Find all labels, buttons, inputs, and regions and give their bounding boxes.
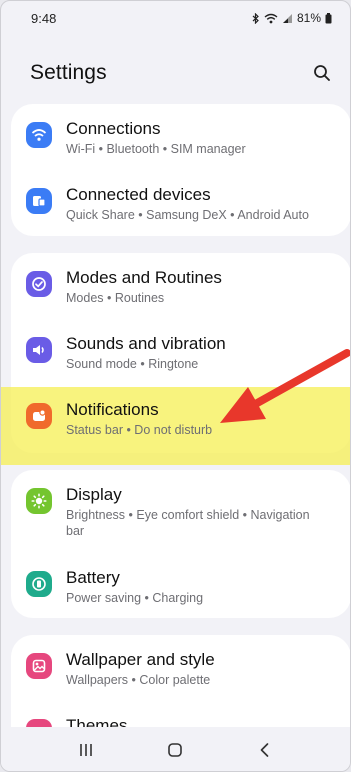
modes-check-icon xyxy=(26,271,52,297)
connected-devices-icon xyxy=(26,188,52,214)
setting-title: Connected devices xyxy=(66,185,211,204)
setting-item-display[interactable]: Display Brightness • Eye comfort shield … xyxy=(11,484,350,539)
setting-title: Sounds and vibration xyxy=(66,334,226,353)
settings-group-display: Display Brightness • Eye comfort shield … xyxy=(11,470,350,618)
setting-subtitle: Wi-Fi • Bluetooth • SIM manager xyxy=(66,142,246,156)
setting-subtitle: Sound mode • Ringtone xyxy=(66,357,199,371)
setting-title: Wallpaper and style xyxy=(66,650,215,669)
search-icon xyxy=(314,65,330,81)
setting-title: Modes and Routines xyxy=(66,268,222,287)
battery-icon xyxy=(26,571,52,597)
setting-subtitle: Brightness • Eye comfort shield • Naviga… xyxy=(66,508,310,538)
recents-icon xyxy=(80,744,92,756)
battery-percent: 81% xyxy=(296,11,321,25)
notification-icon xyxy=(26,403,52,429)
back-icon xyxy=(260,743,269,757)
signal-icon xyxy=(282,13,292,23)
setting-subtitle: Wallpapers • Color palette xyxy=(66,673,211,687)
setting-title: Notifications xyxy=(66,400,159,419)
recents-button[interactable] xyxy=(66,730,106,770)
status-icons: 81% xyxy=(252,11,332,25)
setting-subtitle: Modes • Routines xyxy=(66,291,165,305)
phone-screen: 9:48 81% Settings Connections Wi-Fi • Bl… xyxy=(0,0,351,772)
back-button[interactable] xyxy=(245,730,285,770)
wallpaper-icon xyxy=(26,653,52,679)
settings-group-connectivity: Connections Wi-Fi • Bluetooth • SIM mana… xyxy=(11,104,350,236)
setting-item-connected-devices[interactable]: Connected devices Quick Share • Samsung … xyxy=(11,184,350,223)
setting-item-wallpaper-style[interactable]: Wallpaper and style Wallpapers • Color p… xyxy=(11,649,350,688)
setting-title: Display xyxy=(66,485,122,504)
page-title: Settings xyxy=(30,61,107,84)
battery-status-icon xyxy=(325,12,332,23)
setting-item-battery[interactable]: Battery Power saving • Charging xyxy=(11,567,350,606)
speaker-icon xyxy=(26,337,52,363)
setting-subtitle: Quick Share • Samsung DeX • Android Auto xyxy=(66,208,309,222)
home-icon xyxy=(168,743,183,757)
setting-subtitle: Power saving • Charging xyxy=(66,591,204,605)
setting-item-connections[interactable]: Connections Wi-Fi • Bluetooth • SIM mana… xyxy=(11,118,350,157)
setting-item-notifications[interactable]: Notifications Status bar • Do not distur… xyxy=(11,399,350,438)
wifi-icon xyxy=(26,122,52,148)
status-bar: 9:48 81% xyxy=(1,1,350,35)
bluetooth-icon xyxy=(252,12,259,24)
setting-title: Battery xyxy=(66,568,120,587)
search-button[interactable] xyxy=(310,61,334,85)
setting-item-sounds-vibration[interactable]: Sounds and vibration Sound mode • Ringto… xyxy=(11,333,350,372)
home-button[interactable] xyxy=(155,730,195,770)
header: Settings xyxy=(1,53,350,93)
sun-icon xyxy=(26,488,52,514)
navigation-bar xyxy=(1,727,350,771)
setting-subtitle: Status bar • Do not disturb xyxy=(66,423,213,437)
setting-title: Connections xyxy=(66,119,161,138)
wifi-status-icon xyxy=(264,13,278,23)
status-time: 9:48 xyxy=(31,10,57,26)
setting-item-modes-routines[interactable]: Modes and Routines Modes • Routines xyxy=(11,267,350,306)
